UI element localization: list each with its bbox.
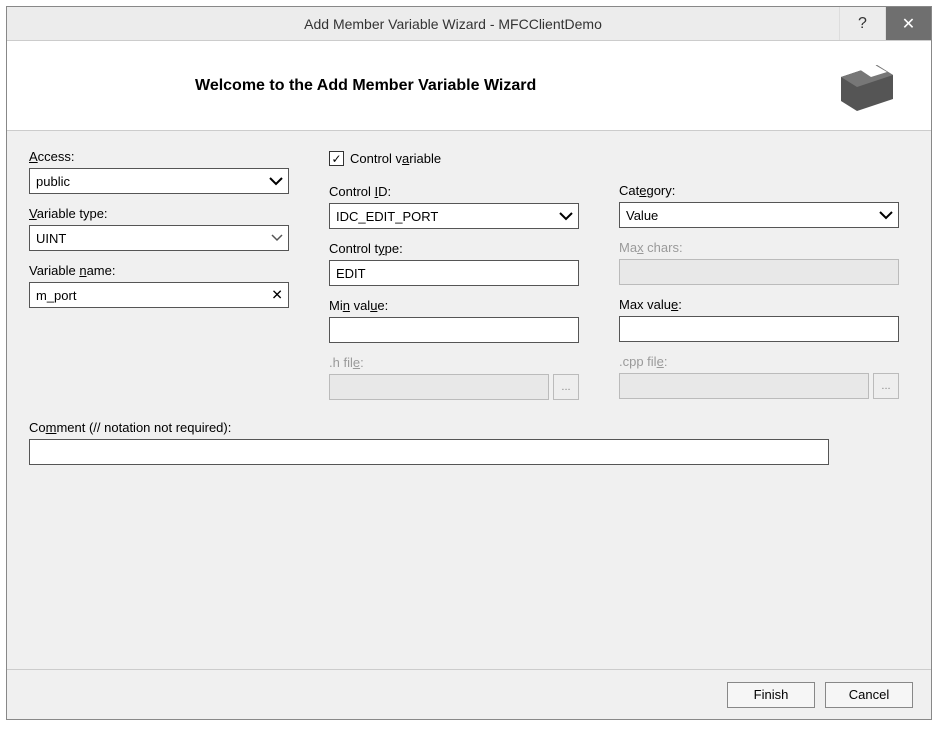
footer: Finish Cancel <box>7 669 931 719</box>
close-icon: ✕ <box>902 14 915 34</box>
h-file-input <box>329 374 549 400</box>
close-button[interactable]: ✕ <box>885 7 931 40</box>
control-variable-checkbox[interactable]: ✓ <box>329 151 344 166</box>
cpp-file-browse-button: ... <box>873 373 899 399</box>
category-select[interactable]: Value <box>619 202 899 228</box>
clear-icon[interactable]: ✕ <box>271 287 283 304</box>
variable-name-input[interactable] <box>29 282 289 308</box>
cpp-file-input <box>619 373 869 399</box>
variable-type-label: Variable type: <box>29 206 289 221</box>
control-id-select[interactable]: IDC_EDIT_PORT <box>329 203 579 229</box>
category-label: Category: <box>619 183 899 198</box>
wizard-window: Add Member Variable Wizard - MFCClientDe… <box>6 6 932 720</box>
titlebar: Add Member Variable Wizard - MFCClientDe… <box>7 7 931 41</box>
control-variable-label: Control variable <box>350 151 441 166</box>
comment-label: Comment (// notation not required): <box>29 420 909 435</box>
check-icon: ✓ <box>331 153 341 165</box>
banner-title: Welcome to the Add Member Variable Wizar… <box>195 77 536 95</box>
box-icon <box>831 59 903 113</box>
h-file-browse-button: ... <box>553 374 579 400</box>
variable-type-select[interactable]: UINT <box>29 225 289 251</box>
finish-button[interactable]: Finish <box>727 682 815 708</box>
control-id-label: Control ID: <box>329 184 579 199</box>
control-type-input[interactable] <box>329 260 579 286</box>
control-type-label: Control type: <box>329 241 579 256</box>
comment-input[interactable] <box>29 439 829 465</box>
max-value-label: Max value: <box>619 297 899 312</box>
h-file-label: .h file: <box>329 355 579 370</box>
max-chars-input <box>619 259 899 285</box>
max-chars-label: Max chars: <box>619 240 899 255</box>
variable-name-label: Variable name: <box>29 263 289 278</box>
cpp-file-label: .cpp file: <box>619 354 899 369</box>
titlebar-buttons: ? ✕ <box>839 7 931 40</box>
min-value-input[interactable] <box>329 317 579 343</box>
max-value-input[interactable] <box>619 316 899 342</box>
cancel-button[interactable]: Cancel <box>825 682 913 708</box>
column-middle: ✓ Control variable Control ID: IDC_EDIT_… <box>329 149 579 412</box>
banner: Welcome to the Add Member Variable Wizar… <box>7 41 931 131</box>
access-label: Access: <box>29 149 289 164</box>
window-title: Add Member Variable Wizard - MFCClientDe… <box>7 16 839 32</box>
min-value-label: Min value: <box>329 298 579 313</box>
access-select[interactable]: public <box>29 168 289 194</box>
content-area: Access: public Variable type: U <box>7 131 931 669</box>
column-right: Category: Value Max chars: Max <box>619 149 899 412</box>
help-icon: ? <box>858 15 867 33</box>
help-button[interactable]: ? <box>839 7 885 40</box>
column-left: Access: public Variable type: U <box>29 149 289 412</box>
